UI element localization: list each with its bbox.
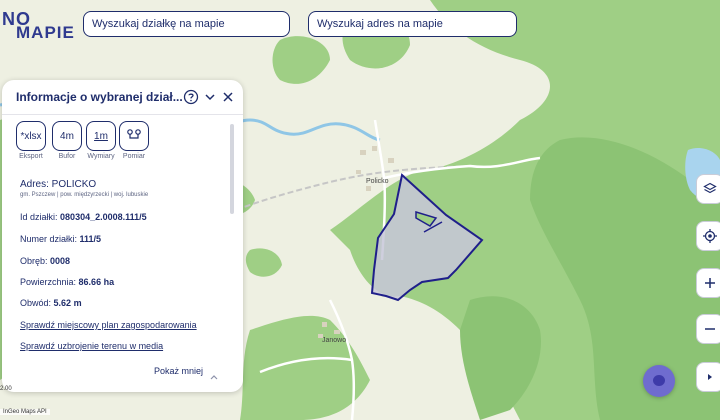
show-less-link[interactable]: Pokaż mniej bbox=[154, 366, 203, 376]
address-search-input[interactable] bbox=[309, 12, 516, 36]
parcel-id-row: Id działki: 080304_2.0008.111/5 bbox=[20, 212, 147, 222]
zoom-in-button[interactable] bbox=[696, 268, 720, 298]
area-value: 86.66 ha bbox=[78, 277, 115, 287]
parcel-search-box[interactable] bbox=[83, 11, 290, 37]
panel-divider bbox=[2, 114, 243, 115]
utilities-link[interactable]: Sprawdź uzbrojenie terenu w media bbox=[20, 341, 163, 351]
layers-icon bbox=[703, 182, 717, 196]
dimensions-button[interactable]: 1m bbox=[86, 121, 116, 151]
parcel-number-row: Numer działki: 111/5 bbox=[20, 234, 101, 244]
app-logo[interactable]: NO MAPIE bbox=[2, 9, 74, 43]
area-label: Powierzchnia: bbox=[20, 277, 77, 287]
export-tool[interactable]: *xlsx Eksport bbox=[16, 121, 46, 160]
panel-title: Informacje o wybranej dział... bbox=[16, 90, 183, 104]
area-row: Powierzchnia: 86.66 ha bbox=[20, 277, 114, 287]
perimeter-value: 5.62 m bbox=[53, 298, 82, 308]
place-label-janowo: Janowo bbox=[322, 337, 346, 344]
help-circle-icon[interactable] bbox=[183, 89, 199, 105]
parcel-info-panel: Informacje o wybranej dział... *xlsx Eks… bbox=[2, 80, 243, 392]
precinct-label: Obręb: bbox=[20, 256, 48, 266]
measure-button[interactable] bbox=[119, 121, 149, 151]
map-attribution[interactable]: InGeo Maps API bbox=[0, 409, 50, 415]
place-label-policko: Policko bbox=[366, 178, 389, 185]
parcel-search-input[interactable] bbox=[84, 12, 289, 36]
zoning-plan-link[interactable]: Sprawdź miejscowy plan zagospodarowania bbox=[20, 320, 197, 330]
export-button[interactable]: *xlsx bbox=[16, 121, 46, 151]
address-search-box[interactable] bbox=[308, 11, 517, 37]
map-scale-text: 2.00 bbox=[0, 386, 12, 392]
perimeter-row: Obwód: 5.62 m bbox=[20, 298, 82, 308]
address-subtitle: gm. Pszczew | pow. międzyrzecki | woj. l… bbox=[20, 192, 149, 198]
precinct-row: Obręb: 0008 bbox=[20, 256, 70, 266]
minus-icon bbox=[703, 322, 717, 336]
chat-button[interactable] bbox=[643, 365, 675, 397]
parcel-id-value: 080304_2.0008.111/5 bbox=[60, 212, 147, 222]
measure-points-icon bbox=[126, 128, 142, 145]
measure-caption: Pomiar bbox=[122, 153, 146, 160]
precinct-value: 0008 bbox=[50, 256, 71, 266]
plus-icon bbox=[703, 276, 717, 290]
panel-scrollbar[interactable] bbox=[230, 124, 234, 214]
buffer-tool[interactable]: 4m Bufor bbox=[52, 121, 82, 160]
chevron-down-icon[interactable] bbox=[202, 89, 218, 105]
parcel-number-value: 111/5 bbox=[79, 234, 102, 244]
parcel-number-label: Numer działki: bbox=[20, 234, 78, 244]
chat-icon bbox=[653, 375, 665, 386]
address-label: Adres: POLICKO bbox=[20, 179, 97, 190]
zoom-out-button[interactable] bbox=[696, 314, 720, 344]
expand-panel-button[interactable] bbox=[696, 362, 720, 392]
dimensions-tool[interactable]: 1m Wymiary bbox=[86, 121, 116, 160]
locate-button[interactable] bbox=[696, 221, 720, 251]
layers-button[interactable] bbox=[696, 174, 720, 204]
perimeter-label: Obwód: bbox=[20, 298, 52, 308]
locate-icon bbox=[702, 228, 718, 244]
logo-text-bottom: MAPIE bbox=[16, 23, 75, 42]
chevron-up-icon bbox=[209, 368, 219, 380]
close-icon[interactable] bbox=[220, 89, 236, 105]
measure-tool[interactable]: Pomiar bbox=[119, 121, 149, 160]
panel-header: Informacje o wybranej dział... bbox=[2, 80, 243, 114]
parcel-id-label: Id działki: bbox=[20, 212, 58, 222]
chevron-right-icon bbox=[705, 371, 715, 383]
buffer-button[interactable]: 4m bbox=[52, 121, 82, 151]
